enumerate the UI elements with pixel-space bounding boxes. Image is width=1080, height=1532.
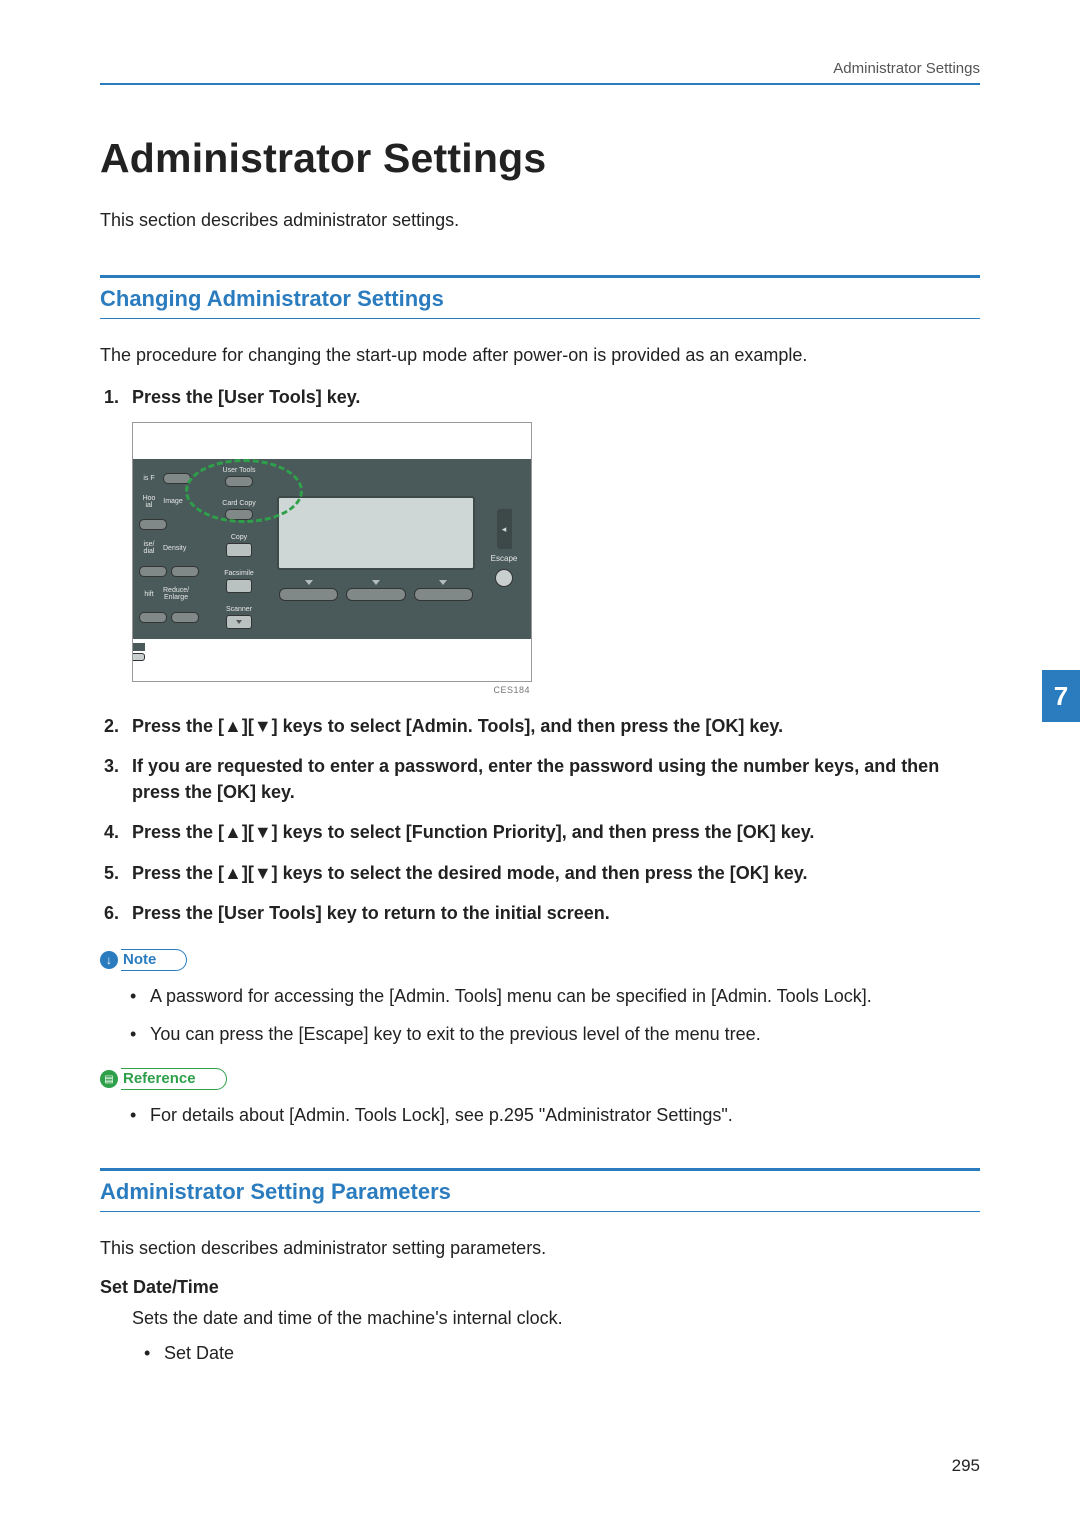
panel-label: Image (163, 498, 183, 505)
panel-edge (133, 643, 145, 651)
param-desc: Sets the date and time of the machine's … (100, 1308, 980, 1329)
figure-id: CES184 (132, 682, 532, 697)
section-title-parameters: Administrator Setting Parameters (100, 1171, 980, 1211)
step-2: Press the [▲][▼] keys to select [Admin. … (132, 713, 980, 739)
page-title: Administrator Settings (100, 135, 980, 182)
panel-label: Scanner (226, 606, 252, 613)
user-tools-key (225, 476, 253, 487)
soft-key (346, 588, 405, 601)
panel-button (226, 543, 252, 557)
running-head: Administrator Settings (100, 60, 980, 83)
step-4: Press the [▲][▼] keys to select [Functio… (132, 819, 980, 845)
step-3: If you are requested to enter a password… (132, 753, 980, 805)
reference-label: Reference (121, 1068, 227, 1090)
panel-button (171, 612, 199, 623)
panel-button (226, 579, 252, 593)
panel-label: Hooial (139, 495, 159, 509)
figure-wrap: is F Hooial Image ise/dial Density hift Red… (132, 422, 980, 697)
page-number: 295 (952, 1456, 980, 1476)
panel-edge (133, 653, 145, 661)
section-title-changing: Changing Administrator Settings (100, 278, 980, 318)
header-rule (100, 83, 980, 85)
escape-key (495, 569, 513, 587)
panel-label: Reduce/ Enlarge (163, 587, 189, 601)
panel-label: Facsimile (224, 570, 254, 577)
panel-button (139, 566, 167, 577)
note-item: You can press the [Escape] key to exit t… (150, 1021, 980, 1047)
step-6: Press the [User Tools] key to return to … (132, 900, 980, 926)
section-rule (100, 318, 980, 319)
escape-label: Escape (491, 553, 518, 565)
panel-button (139, 519, 167, 530)
panel-label: Copy (229, 534, 249, 541)
soft-key (414, 588, 473, 601)
step-text: Press the [User Tools] key. (132, 387, 360, 407)
panel-button (163, 473, 191, 484)
panel-button (139, 612, 167, 623)
step-1: Press the [User Tools] key. is F Hooial I… (132, 384, 980, 697)
note-callout: ↓ Note (100, 948, 187, 973)
param-name: Set Date/Time (100, 1277, 980, 1298)
page-intro: This section describes administrator set… (100, 210, 980, 231)
panel-label: Card Copy (222, 500, 255, 507)
reference-icon: ▤ (100, 1070, 118, 1088)
control-panel-figure: is F Hooial Image ise/dial Density hift Red… (132, 422, 532, 682)
panel-button (225, 509, 253, 520)
note-icon: ↓ (100, 951, 118, 969)
panel-label: hift (139, 591, 159, 598)
section2-intro: This section describes administrator set… (100, 1238, 980, 1259)
section-rule (100, 1211, 980, 1212)
step-5: Press the [▲][▼] keys to select the desi… (132, 860, 980, 886)
param-item: Set Date (164, 1343, 980, 1364)
reference-item: For details about [Admin. Tools Lock], s… (150, 1102, 980, 1128)
procedure-steps: Press the [User Tools] key. is F Hooial I… (100, 384, 980, 926)
chapter-tab: 7 (1042, 670, 1080, 722)
panel-label: User Tools (223, 467, 256, 474)
panel-label: Density (163, 545, 186, 552)
panel-lcd (277, 496, 475, 570)
panel-button (171, 566, 199, 577)
soft-key (279, 588, 338, 601)
panel-button (226, 615, 252, 629)
note-label: Note (121, 949, 187, 971)
section1-intro: The procedure for changing the start-up … (100, 345, 980, 366)
note-item: A password for accessing the [Admin. Too… (150, 983, 980, 1009)
note-list: A password for accessing the [Admin. Too… (100, 983, 980, 1047)
reference-list: For details about [Admin. Tools Lock], s… (100, 1102, 980, 1128)
page-content: Administrator Settings Administrator Set… (100, 60, 980, 1472)
param-items: Set Date (100, 1343, 980, 1364)
panel-label: is F (139, 475, 159, 482)
dpad-left-icon: ◂ (497, 509, 512, 549)
panel-label: ise/dial (139, 541, 159, 555)
reference-callout: ▤ Reference (100, 1067, 227, 1092)
